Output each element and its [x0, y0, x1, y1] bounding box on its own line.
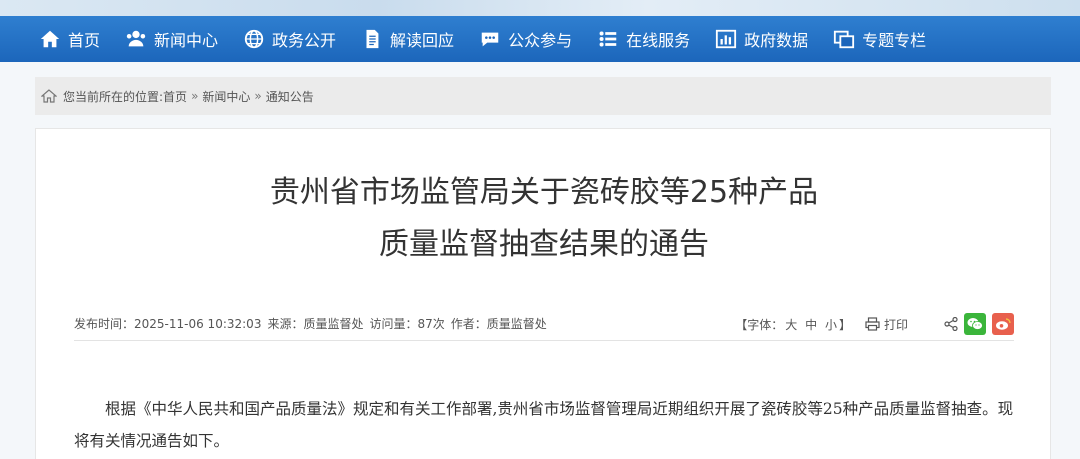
breadcrumb-notice-link[interactable]: 通知公告 [266, 88, 314, 105]
nav-label: 首页 [68, 31, 101, 50]
nav-item-gov-open[interactable]: 政务公开 [242, 16, 336, 62]
nav-item-news[interactable]: 新闻中心 [124, 16, 218, 62]
nav-label: 新闻中心 [154, 31, 219, 50]
document-icon [360, 28, 384, 50]
nav-label: 政务公开 [272, 31, 337, 50]
font-size-close: 】 [838, 317, 851, 332]
nav-item-special[interactable]: 专题专栏 [832, 16, 926, 62]
nav-label: 政府数据 [744, 31, 809, 50]
font-size-open: 【字体： [735, 317, 784, 332]
home-icon [38, 28, 62, 50]
nav-item-home[interactable]: 首页 [38, 16, 100, 62]
nav-item-online[interactable]: 在线服务 [596, 16, 690, 62]
breadcrumb-news-link[interactable]: 新闻中心 [202, 88, 250, 105]
nav-item-public[interactable]: 公众参与 [478, 16, 572, 62]
font-size-medium[interactable]: 中 [805, 318, 817, 332]
nav-item-data[interactable]: 政府数据 [714, 16, 808, 62]
nav-item-interpret[interactable]: 解读回应 [360, 16, 454, 62]
breadcrumb-prefix: 您当前所在的位置: [63, 89, 164, 104]
breadcrumb-home-link[interactable]: 首页 [163, 88, 187, 105]
weibo-share-icon[interactable] [992, 313, 1014, 335]
wechat-share-icon[interactable] [964, 313, 986, 335]
breadcrumb-separator: » [191, 89, 199, 103]
home-outline-icon [41, 89, 57, 103]
globe-icon [242, 28, 266, 50]
nav-label: 公众参与 [508, 31, 573, 50]
view-count: 访问量：87次 [369, 317, 445, 331]
publish-time: 发布时间：2025-11-06 10:32:03 [74, 317, 262, 331]
article-body: 根据《中华人民共和国产品质量法》规定和有关工作部署,贵州省市场监督管理局近期组织… [74, 400, 1014, 450]
list-icon [596, 28, 620, 50]
main-nav: 首页 新闻中心 政务公开 解读回应 公众参与 在线服务 政府数据 专题专栏 [0, 16, 1080, 62]
breadcrumb-separator: » [254, 89, 262, 103]
article-title-line2: 质量监督抽查结果的通告 [379, 227, 709, 262]
article-title: 贵州省市场监管局关于瓷砖胶等25种产品 质量监督抽查结果的通告 [36, 167, 1052, 271]
article-meta: 发布时间：2025-11-06 10:32:03 来源：质量监督处 访问量：87… [74, 307, 1014, 341]
window-icon [832, 28, 856, 50]
nav-label: 解读回应 [390, 31, 455, 50]
author: 作者：质量监督处 [450, 317, 547, 331]
source: 来源：质量监督处 [267, 317, 364, 331]
font-size-large[interactable]: 大 [785, 318, 797, 332]
print-label: 打印 [883, 317, 908, 332]
chat-icon [478, 28, 502, 50]
font-size-small[interactable]: 小 [825, 318, 837, 332]
printer-icon [865, 317, 880, 331]
share-icon[interactable] [944, 317, 958, 331]
article-tools: 【字体：大 中 小】 打印 [735, 307, 1014, 341]
article-title-line1: 贵州省市场监管局关于瓷砖胶等25种产品 [269, 175, 819, 210]
breadcrumb: 您当前所在的位置: 首页 » 新闻中心 » 通知公告 [35, 77, 1051, 115]
nav-label: 专题专栏 [862, 31, 927, 50]
share-bar [944, 313, 1014, 335]
bar-chart-icon [714, 28, 738, 50]
font-size-control: 【字体：大 中 小】 [735, 316, 851, 333]
article-panel: 贵州省市场监管局关于瓷砖胶等25种产品 质量监督抽查结果的通告 发布时间：202… [35, 128, 1051, 459]
top-banner [0, 0, 1080, 16]
print-button[interactable]: 打印 [865, 316, 908, 333]
people-icon [124, 28, 148, 50]
nav-label: 在线服务 [626, 31, 691, 50]
